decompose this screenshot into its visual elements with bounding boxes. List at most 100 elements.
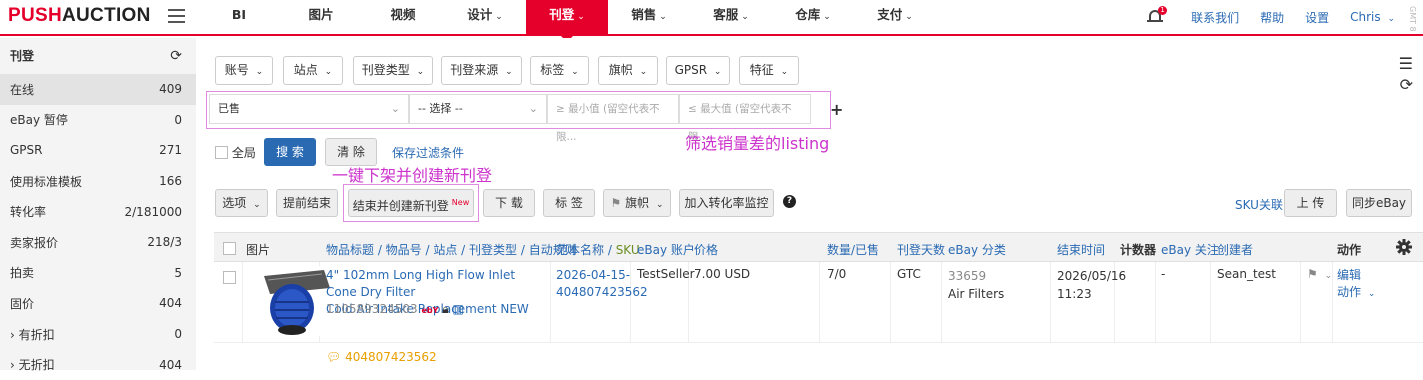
chevron-down-icon: ⌄ bbox=[1387, 14, 1395, 24]
menu-toggle-icon[interactable] bbox=[168, 9, 185, 25]
sidebar-item-conversion[interactable]: 转化率 2/181000 bbox=[0, 196, 196, 227]
col-qty[interactable]: 数量/已售 bbox=[827, 241, 879, 258]
filter-tag[interactable]: 标签 ⌄ bbox=[530, 56, 589, 85]
refresh-icon[interactable]: ⟳ bbox=[170, 38, 182, 74]
nav-videos[interactable]: 视频 bbox=[362, 0, 444, 34]
timezone-label: GMT 8 bbox=[1408, 6, 1417, 32]
contact-link[interactable]: 联系我们 bbox=[1191, 9, 1239, 26]
nav-warehouse[interactable]: 仓库 ⌄ bbox=[772, 0, 854, 34]
list-view-icon[interactable]: ☰ bbox=[1399, 54, 1413, 73]
add-filter-icon[interactable]: + bbox=[830, 100, 843, 119]
main-content: 账号 ⌄ 站点 ⌄ 刊登类型 ⌄ 刊登来源 ⌄ 标签 ⌄ 旗帜 ⌄ GPSR ⌄… bbox=[196, 38, 1423, 370]
notification-badge: 1 bbox=[1158, 6, 1168, 15]
nav-sales[interactable]: 销售 ⌄ bbox=[608, 0, 690, 34]
refresh-icon[interactable]: ⟳ bbox=[1400, 75, 1413, 94]
filter-gpsr[interactable]: GPSR ⌄ bbox=[666, 56, 730, 85]
sidebar-item-discount[interactable]: › 有折扣 0 bbox=[0, 319, 196, 350]
col-image: 图片 bbox=[246, 243, 271, 257]
price-cell: 7.00 USD bbox=[694, 267, 751, 281]
filter-feature[interactable]: 特征 ⌄ bbox=[739, 56, 799, 85]
chevron-down-icon: ⌄ bbox=[905, 12, 913, 22]
sidebar-item-no-discount[interactable]: › 无折扣 404 bbox=[0, 349, 196, 380]
end-time-cell: 2026/05/16 11:23 bbox=[1057, 269, 1127, 301]
nav-design[interactable]: 设计 ⌄ bbox=[444, 0, 526, 34]
edit-link[interactable]: 编辑 bbox=[1337, 268, 1361, 282]
message-link[interactable]: 💬︎ 404807423562 bbox=[326, 350, 437, 364]
nav-payment[interactable]: 支付 ⌄ bbox=[854, 0, 936, 34]
sidebar-item-standard-template[interactable]: 使用标准模板 166 bbox=[0, 166, 196, 197]
item-number: 110589324503 ebY 🔒︎ ▥ bbox=[326, 302, 464, 316]
col-template-sku[interactable]: 范本名称 / SKU bbox=[556, 241, 640, 258]
annotation-filter: 筛选销量差的listing bbox=[685, 134, 830, 153]
qty-cell: 7/0 bbox=[827, 267, 847, 281]
filter-site[interactable]: 站点 ⌄ bbox=[283, 56, 343, 85]
help-link[interactable]: 帮助 bbox=[1260, 9, 1284, 26]
filter-flag[interactable]: 旗帜 ⌄ bbox=[598, 56, 658, 85]
nav-listing[interactable]: 刊登 ⌄ bbox=[526, 0, 608, 42]
sku-link[interactable]: SKU关联 bbox=[1235, 196, 1283, 213]
filter-listing-source[interactable]: 刊登来源 ⌄ bbox=[441, 56, 522, 85]
search-button[interactable]: 搜 索 bbox=[264, 138, 316, 166]
col-watch[interactable]: eBay 关注 bbox=[1161, 241, 1219, 258]
table-subrow: 💬︎ 404807423562 bbox=[214, 342, 1423, 370]
col-counter: 计数器 bbox=[1120, 243, 1157, 257]
download-button[interactable]: 下 载 bbox=[483, 189, 535, 217]
settings-link[interactable]: 设置 bbox=[1305, 9, 1329, 26]
gear-icon[interactable] bbox=[1396, 239, 1412, 255]
field-select[interactable]: 已售 ⌄ bbox=[209, 94, 409, 124]
product-image[interactable] bbox=[262, 266, 334, 336]
global-checkbox[interactable]: 全局 bbox=[215, 144, 256, 161]
col-account[interactable]: eBay 账户 bbox=[637, 241, 695, 258]
help-icon[interactable]: ? bbox=[783, 195, 796, 208]
top-navbar: PUSHAUCTION BI 图片 视频 设计 ⌄ 刊登 ⌄ 销售 ⌄ 客服 ⌄ 仓库 ⌄… bbox=[0, 0, 1423, 42]
sync-ebay-button[interactable]: 同步eBay bbox=[1346, 189, 1412, 217]
bell-icon[interactable]: 1 bbox=[1147, 6, 1168, 25]
row-flag-icon[interactable]: ⚑ ⌄ bbox=[1307, 267, 1332, 281]
tag-button[interactable]: 标 签 bbox=[543, 189, 595, 217]
col-end-time[interactable]: 结束时间 bbox=[1057, 241, 1105, 258]
sidebar-item-auction[interactable]: 拍卖 5 bbox=[0, 258, 196, 289]
sidebar-item-gpsr[interactable]: GPSR 271 bbox=[0, 135, 196, 166]
add-monitor-button[interactable]: 加入转化率监控 bbox=[679, 189, 774, 217]
row-checkbox[interactable] bbox=[223, 270, 236, 284]
options-button[interactable]: 选项 ⌄ bbox=[215, 189, 268, 217]
sidebar-item-fixed-price[interactable]: 固价 404 bbox=[0, 288, 196, 319]
max-value-input[interactable]: ≤ 最大值 (留空代表不限... bbox=[679, 94, 811, 143]
user-menu[interactable]: Chris ⌄ bbox=[1350, 10, 1395, 24]
operator-select[interactable]: -- 选择 -- ⌄ bbox=[409, 94, 547, 124]
col-category[interactable]: eBay 分类 bbox=[948, 241, 1006, 258]
ebay-motors-logo: ebY bbox=[421, 306, 439, 315]
col-creator[interactable]: 创建者 bbox=[1217, 241, 1253, 258]
upload-button[interactable]: 上 传 bbox=[1284, 189, 1337, 217]
flag-button[interactable]: ⚑ 旗帜 ⌄ bbox=[603, 189, 671, 217]
nav-bi[interactable]: BI bbox=[198, 0, 280, 34]
template-link[interactable]: 2026-04-15- 404807423562 bbox=[556, 267, 648, 301]
chart-icon: ▥ bbox=[452, 302, 464, 316]
col-action: 动作 bbox=[1337, 243, 1362, 257]
chevron-down-icon: ⌄ bbox=[741, 12, 749, 22]
sidebar-item-online[interactable]: 在线 409 bbox=[0, 74, 196, 105]
sidebar-item-paused[interactable]: eBay 暂停 0 bbox=[0, 105, 196, 136]
chevron-down-icon: ⌄ bbox=[823, 12, 831, 22]
action-dropdown[interactable]: 动作 ⌄ bbox=[1337, 285, 1375, 299]
min-value-input[interactable]: ≥ 最小值 (留空代表不限... bbox=[547, 94, 679, 143]
sidebar-item-offers[interactable]: 卖家报价 218/3 bbox=[0, 227, 196, 258]
col-title[interactable]: 物品标题 / 物品号 / 站点 / 刊登类型 / 自动规则 bbox=[326, 241, 577, 258]
col-days[interactable]: 刊登天数 bbox=[897, 241, 945, 258]
save-filter-link[interactable]: 保存过滤条件 bbox=[392, 144, 464, 161]
end-and-create-button[interactable]: 结束并创建新刊登 New bbox=[348, 189, 474, 217]
table-row: 4" 102mm Long High Flow Inlet Cone Dry F… bbox=[214, 262, 1423, 342]
category-cell: 33659 Air Filters bbox=[948, 269, 1005, 301]
filter-listing-type[interactable]: 刊登类型 ⌄ bbox=[353, 56, 433, 85]
chevron-down-icon: ⌄ bbox=[659, 12, 667, 22]
chevron-down-icon: ⌄ bbox=[495, 12, 503, 22]
col-price[interactable]: 价格 bbox=[694, 241, 718, 258]
nav-images[interactable]: 图片 bbox=[280, 0, 362, 34]
end-early-button[interactable]: 提前结束 bbox=[276, 189, 338, 217]
filter-account[interactable]: 账号 ⌄ bbox=[215, 56, 273, 85]
nav-service[interactable]: 客服 ⌄ bbox=[690, 0, 772, 34]
select-all-checkbox[interactable] bbox=[223, 241, 236, 255]
days-cell: GTC bbox=[897, 267, 921, 281]
chevron-down-icon: ⌄ bbox=[577, 12, 585, 22]
brand-logo[interactable]: PUSHAUCTION bbox=[8, 5, 151, 27]
